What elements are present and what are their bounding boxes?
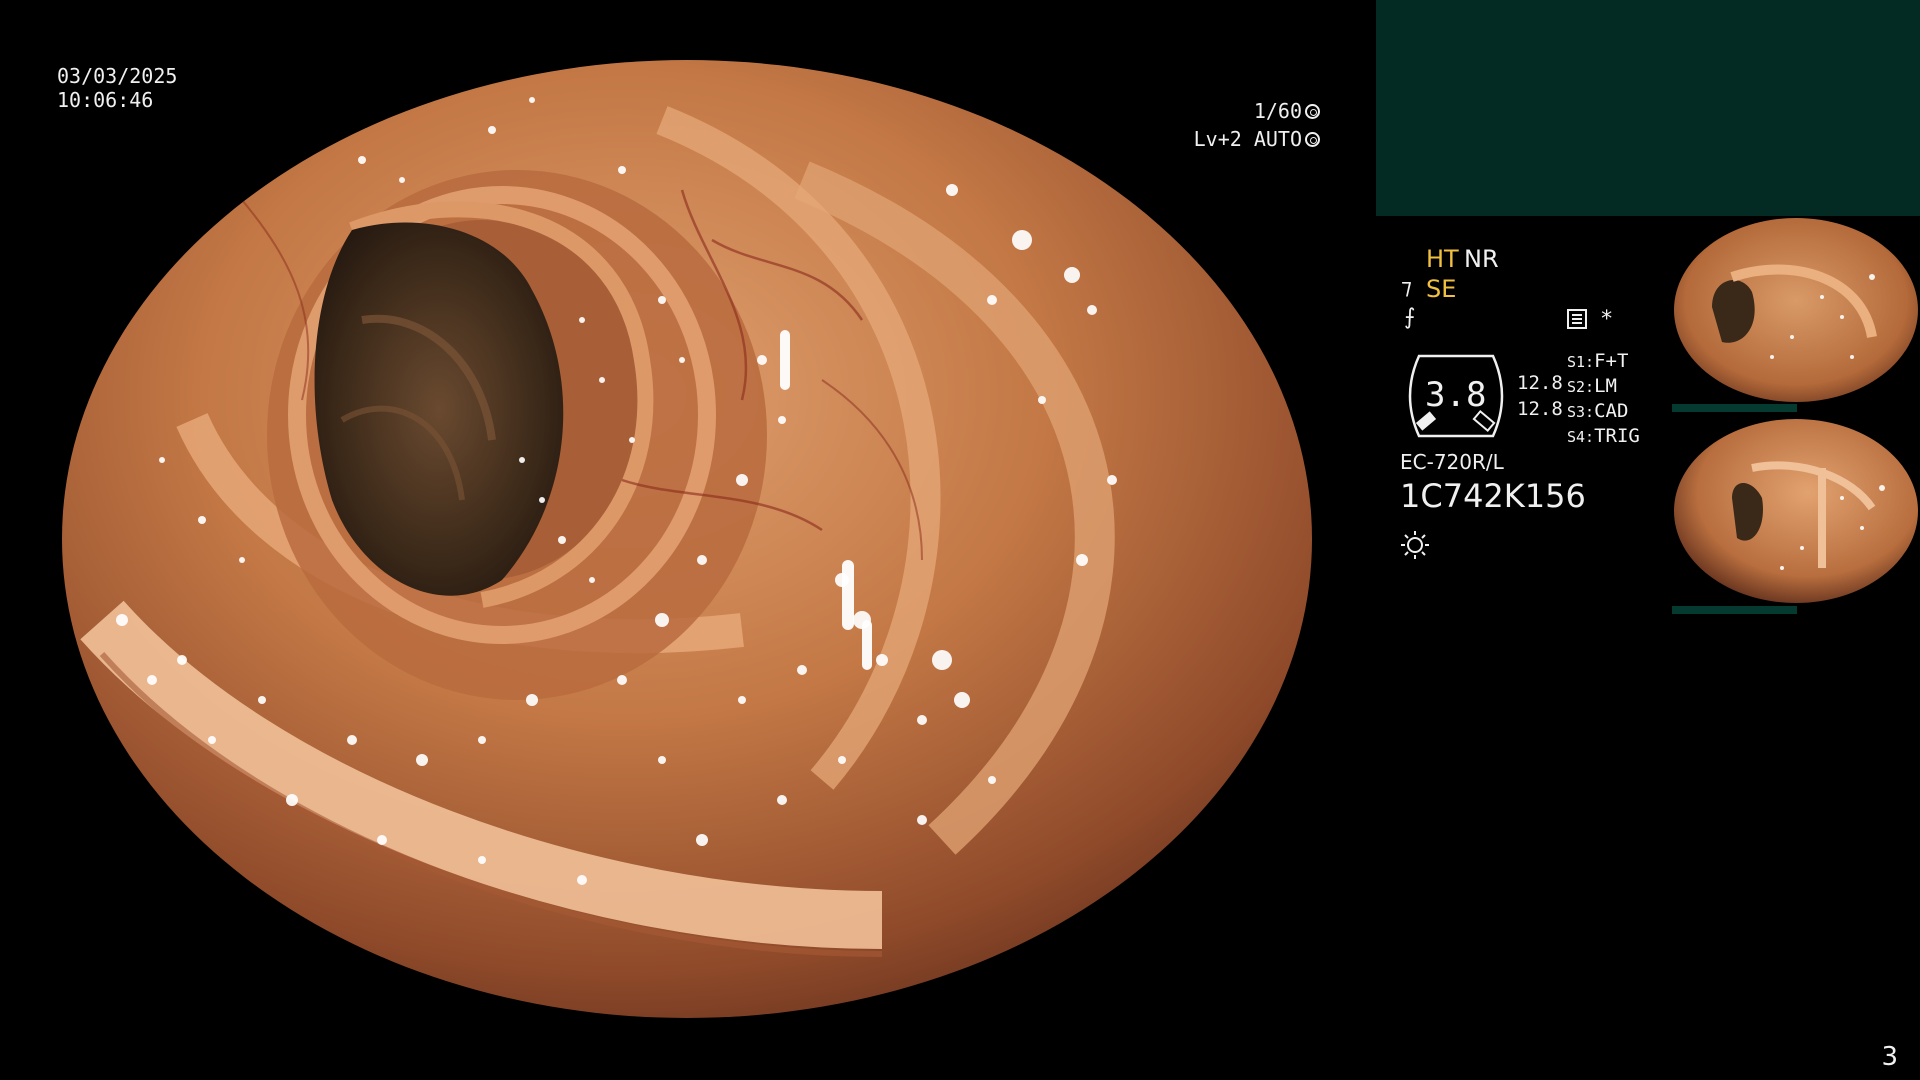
switch-label: F+T xyxy=(1594,350,1629,372)
brightness-level-text: Lv+2 AUTO xyxy=(1193,127,1302,151)
switch-s1: S1:F+T xyxy=(1567,350,1628,372)
endoscopy-screen: 03/03/2025 10:06:46 1/60 Lv+2 AUTO HT NR… xyxy=(0,0,1920,1080)
menu-icon xyxy=(1567,309,1587,329)
endoscope-live-view xyxy=(62,60,1312,1018)
asterisk-indicator: * xyxy=(1600,307,1614,332)
freeze-icon: ⨍ xyxy=(1404,305,1416,330)
switch-key: S3: xyxy=(1567,403,1595,421)
switch-key: S2: xyxy=(1567,378,1595,396)
switch-s4: S4:TRIG xyxy=(1567,425,1640,447)
switch-label: CAD xyxy=(1594,400,1629,422)
thumbnail-2-bar xyxy=(1672,606,1797,614)
gauge-reading-2: 12.8 xyxy=(1517,398,1563,420)
captured-thumbnail-2[interactable] xyxy=(1672,418,1920,604)
switch-label: TRIG xyxy=(1594,425,1640,447)
nr-indicator: NR xyxy=(1464,245,1499,273)
se-indicator: SE xyxy=(1426,275,1457,303)
page-number: 3 xyxy=(1881,1042,1898,1072)
switch-key: S1: xyxy=(1567,353,1595,371)
patient-info-box xyxy=(1376,0,1920,216)
switch-label: LM xyxy=(1594,375,1617,397)
zoom-value: 3.8 xyxy=(1425,375,1487,415)
thumbnail-1-bar xyxy=(1672,404,1797,412)
switch-key: S4: xyxy=(1567,428,1595,446)
ht-indicator: HT xyxy=(1426,245,1459,273)
scope-model: EC-720R/L xyxy=(1400,450,1504,474)
iris-icon xyxy=(1305,132,1320,147)
brightness-level: Lv+2 AUTO xyxy=(1194,129,1320,149)
shutter-icon xyxy=(1305,104,1320,119)
switch-s3: S3:CAD xyxy=(1567,400,1628,422)
structure-enhance-icon: ⁊ xyxy=(1401,275,1412,300)
gauge-reading-1: 12.8 xyxy=(1517,372,1563,394)
shutter-speed-text: 1/60 xyxy=(1253,99,1302,123)
shutter-speed: 1/60 xyxy=(1254,101,1320,121)
light-source-icon xyxy=(1401,531,1429,559)
scope-serial: 1C742K156 xyxy=(1400,477,1586,515)
captured-thumbnail-1[interactable] xyxy=(1672,217,1920,403)
exam-time: 10:06:46 xyxy=(57,88,154,112)
exam-date: 03/03/2025 xyxy=(57,64,178,88)
switch-s2: S2:LM xyxy=(1567,375,1617,397)
